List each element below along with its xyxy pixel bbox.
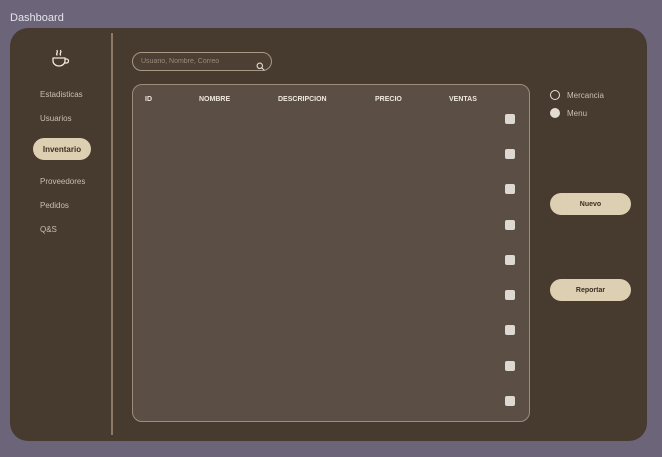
sidebar-item-inventario[interactable]: Inventario	[33, 138, 91, 160]
filter-option-menu[interactable]: Menu	[550, 108, 587, 118]
sidebar-item-pedidos[interactable]: Pedidos	[40, 201, 69, 210]
radio-button[interactable]	[550, 108, 560, 118]
sidebar-item-estadisticas[interactable]: Estadisticas	[40, 90, 83, 99]
sidebar-item-qs[interactable]: Q&S	[40, 225, 57, 234]
sidebar-divider	[111, 33, 113, 435]
row-checkbox[interactable]	[505, 114, 515, 124]
filter-label: Menu	[567, 108, 588, 118]
row-checkbox[interactable]	[505, 220, 515, 230]
report-button[interactable]: Reportar	[550, 279, 631, 301]
new-button[interactable]: Nuevo	[550, 193, 631, 215]
row-checkbox[interactable]	[505, 361, 515, 371]
app-panel: Estadisticas Usuarios Inventario Proveed…	[10, 28, 647, 441]
row-checkbox[interactable]	[505, 255, 515, 265]
row-checkbox[interactable]	[505, 396, 515, 406]
filter-label: Mercancia	[567, 90, 604, 100]
filter-option-mercancia[interactable]: Mercancia	[550, 90, 604, 100]
search-icon[interactable]	[256, 58, 265, 71]
row-checkbox[interactable]	[505, 184, 515, 194]
search-box[interactable]	[132, 52, 272, 71]
radio-button[interactable]	[550, 90, 560, 100]
sidebar-item-proveedores[interactable]: Proveedores	[40, 177, 85, 186]
window-title: Dashboard	[10, 12, 64, 24]
row-checkbox[interactable]	[505, 325, 515, 335]
column-header-precio: PRECIO	[375, 96, 402, 103]
sidebar-item-usuarios[interactable]: Usuarios	[40, 114, 72, 123]
column-header-ventas: VENTAS	[449, 96, 477, 103]
row-checkbox[interactable]	[505, 149, 515, 159]
search-input[interactable]	[141, 55, 251, 68]
steaming-cup-icon	[48, 46, 72, 70]
inventory-table: ID NOMBRE DESCRIPCION PRECIO VENTAS	[132, 84, 530, 422]
column-header-descripcion: DESCRIPCION	[278, 96, 327, 103]
column-header-id: ID	[145, 96, 152, 103]
row-checkbox[interactable]	[505, 290, 515, 300]
column-header-nombre: NOMBRE	[199, 96, 231, 103]
